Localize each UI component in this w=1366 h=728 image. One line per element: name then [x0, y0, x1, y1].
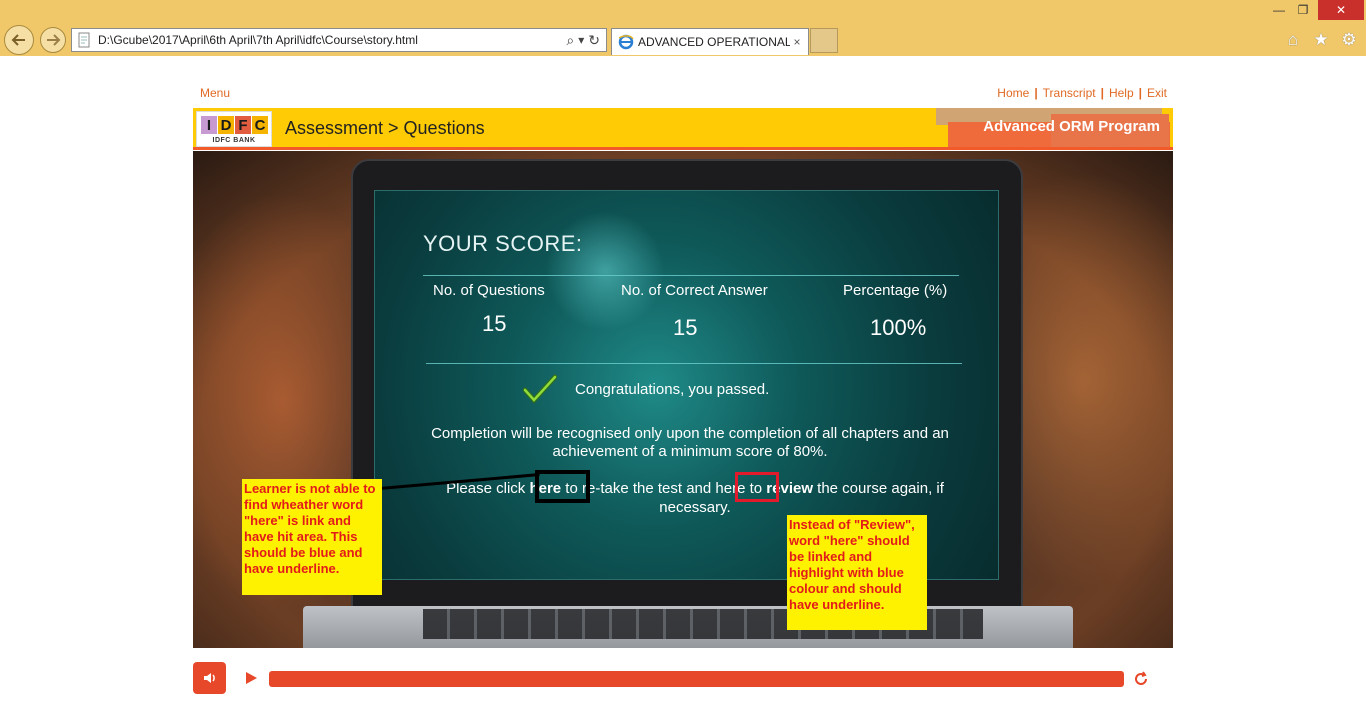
checkmark-icon — [523, 374, 557, 404]
divider — [423, 275, 959, 276]
volume-button[interactable] — [193, 662, 226, 694]
close-window-button[interactable]: ✕ — [1318, 0, 1364, 20]
new-tab-button[interactable] — [810, 28, 838, 53]
correct-label: No. of Correct Answer — [621, 282, 768, 299]
settings-gear-icon[interactable]: ⚙ — [1340, 30, 1358, 50]
annotation-highlight-box-red — [735, 472, 779, 502]
menu-link[interactable]: Menu — [200, 86, 230, 100]
course-top-nav: Menu Home | Transcript | Help | Exit — [193, 86, 1167, 102]
url-text: D:\Gcube\2017\April\6th April\7th April\… — [98, 33, 418, 47]
annotation-callout-right: Instead of "Review", word "here" should … — [787, 515, 927, 630]
search-icon[interactable]: ⌕ — [566, 32, 574, 49]
congratulations-text: Congratulations, you passed. — [575, 381, 770, 398]
exit-link[interactable]: Exit — [1147, 86, 1167, 100]
nav-separator: | — [1138, 86, 1142, 100]
ie-icon — [618, 34, 634, 50]
logo-letter-f: F — [235, 116, 251, 134]
transcript-link[interactable]: Transcript — [1043, 86, 1096, 100]
tab-active[interactable]: ADVANCED OPERATIONAL... × — [611, 28, 809, 55]
questions-label: No. of Questions — [433, 282, 545, 299]
nav-separator: | — [1034, 86, 1038, 100]
divider — [426, 363, 962, 364]
course-banner: I D F C IDFC BANK Assessment > Questions… — [193, 108, 1173, 150]
correct-value: 15 — [673, 315, 698, 340]
percentage-value: 100% — [870, 315, 927, 340]
back-arrow-icon — [11, 34, 25, 46]
completion-note: Completion will be recognised only upon … — [431, 425, 949, 460]
file-icon — [78, 32, 90, 48]
home-icon[interactable]: ⌂ — [1284, 30, 1302, 50]
tab-close-icon[interactable]: × — [790, 35, 804, 49]
seek-bar[interactable] — [269, 671, 1124, 687]
annotation-callout-left: Learner is not able to find wheather wor… — [242, 479, 382, 595]
replay-icon[interactable] — [1131, 669, 1151, 689]
back-button[interactable] — [4, 25, 34, 55]
program-title: Advanced ORM Program — [983, 118, 1160, 135]
restore-button[interactable]: ❐ — [1292, 0, 1314, 20]
tab-title: ADVANCED OPERATIONAL... — [638, 35, 790, 49]
minimize-button[interactable]: — — [1268, 0, 1290, 20]
refresh-icon[interactable]: ↻ — [588, 32, 600, 49]
questions-value: 15 — [482, 311, 507, 336]
play-icon[interactable] — [244, 671, 258, 685]
logo-letter-d: D — [218, 116, 234, 134]
logo-letter-i: I — [201, 116, 217, 134]
logo-subtitle: IDFC BANK — [212, 137, 256, 144]
screen-glow — [545, 211, 665, 331]
favorites-star-icon[interactable]: ★ — [1312, 30, 1330, 50]
dropdown-icon[interactable]: ▾ — [578, 33, 584, 47]
home-link[interactable]: Home — [997, 86, 1029, 100]
help-link[interactable]: Help — [1109, 86, 1134, 100]
forward-button[interactable] — [40, 27, 66, 53]
score-title: YOUR SCORE: — [423, 231, 583, 256]
percentage-label: Percentage (%) — [843, 282, 948, 299]
nav-separator: | — [1100, 86, 1104, 100]
browser-chrome: — ❐ ✕ D:\Gcube\2017\April\6th April\7th … — [0, 0, 1366, 56]
idfc-logo: I D F C IDFC BANK — [196, 111, 272, 147]
annotation-highlight-box — [535, 470, 590, 503]
retake-review-text: Please click here to re-take the test an… — [425, 479, 965, 517]
address-bar[interactable]: D:\Gcube\2017\April\6th April\7th April\… — [71, 28, 607, 52]
forward-arrow-icon — [47, 34, 61, 46]
breadcrumb: Assessment > Questions — [285, 118, 485, 138]
logo-letter-c: C — [252, 116, 268, 134]
speaker-icon — [203, 673, 215, 683]
